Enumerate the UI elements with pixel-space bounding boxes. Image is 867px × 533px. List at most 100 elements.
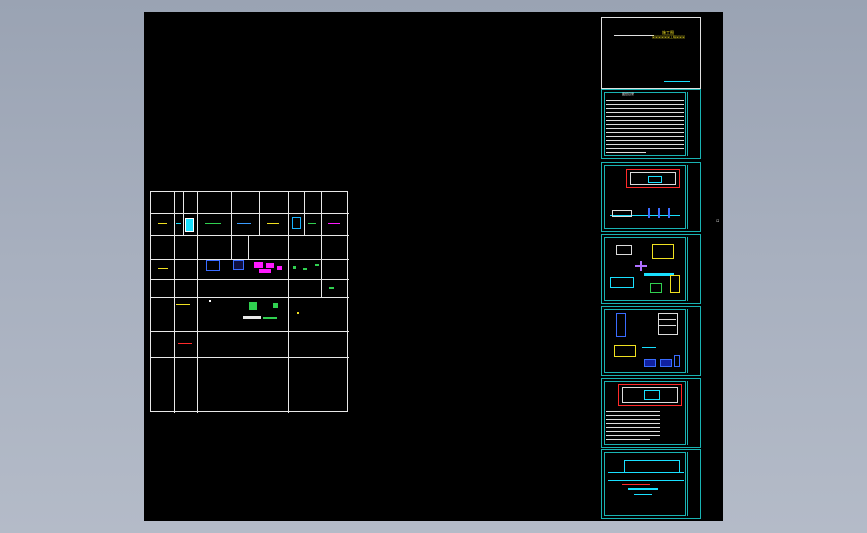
legend-symbol [303, 268, 307, 270]
detail [660, 359, 672, 367]
legend-symbol [293, 266, 296, 269]
legend-symbol [206, 260, 220, 271]
legend-symbol [254, 262, 263, 268]
section-line [608, 480, 684, 481]
pile [658, 208, 660, 218]
table-rule [183, 192, 184, 236]
detail [614, 345, 636, 357]
legend-symbol [243, 316, 261, 319]
table-rule [151, 279, 349, 280]
table-rule [288, 192, 289, 413]
plan-sheet[interactable] [601, 162, 701, 232]
title-block [687, 381, 698, 445]
section-line [608, 472, 684, 473]
pile [668, 208, 670, 218]
pile [648, 208, 650, 218]
note-line [606, 411, 660, 412]
index-row [606, 100, 684, 101]
detail [610, 277, 634, 288]
index-row [606, 104, 684, 105]
section-sheet[interactable] [601, 449, 701, 519]
detail [652, 244, 674, 259]
drawing-canvas[interactable]: 施工图 某某某某某某工程某某某 图纸目录 ▫ [144, 12, 723, 521]
index-row [606, 144, 684, 145]
detail [644, 359, 656, 367]
index-row [606, 112, 684, 113]
table-rule [174, 192, 175, 413]
legend-symbol [209, 300, 211, 302]
section-line [622, 484, 650, 485]
legend-symbol [158, 268, 168, 269]
note-line [606, 435, 660, 436]
title-block [687, 309, 698, 373]
detail [650, 283, 662, 293]
legend-symbol [292, 217, 301, 229]
detail [658, 313, 678, 335]
table-rule [248, 235, 249, 259]
table-rule [151, 357, 349, 358]
cover-mark [664, 81, 690, 82]
legend-symbol [249, 302, 257, 310]
note-line [606, 423, 660, 424]
title-block [687, 92, 698, 156]
table-rule [151, 235, 349, 236]
title-block [687, 237, 698, 301]
note-line [606, 439, 650, 440]
table-rule [151, 259, 349, 260]
detail [670, 275, 680, 293]
cover-title: 施工图 [662, 30, 674, 35]
legend-symbol [263, 317, 277, 319]
table-rule [197, 192, 198, 413]
note-line [606, 419, 660, 420]
title-rule [614, 35, 654, 36]
detail-sheet[interactable] [601, 306, 701, 376]
title-block [687, 452, 698, 516]
index-row [606, 108, 684, 109]
index-row [606, 128, 684, 129]
legend-symbol [233, 260, 244, 270]
plan-room [648, 176, 662, 183]
legend-symbol [297, 312, 299, 314]
legend-symbol [205, 223, 221, 224]
legend-symbol [158, 223, 167, 224]
legend-symbol [266, 263, 274, 268]
detail [616, 313, 626, 337]
cover-subtitle: 某某某某某某工程某某某 [652, 35, 686, 39]
index-sheet[interactable]: 图纸目录 [601, 89, 701, 159]
detail [616, 245, 632, 255]
index-row [606, 116, 684, 117]
legend-table [150, 191, 349, 413]
cover-sheet[interactable]: 施工图 某某某某某某工程某某某 [601, 17, 701, 89]
detail [674, 355, 680, 367]
legend-symbol [273, 303, 278, 308]
legend-symbol [176, 223, 181, 224]
legend-symbol [277, 266, 282, 270]
table-rule [259, 192, 260, 236]
index-row [606, 152, 646, 153]
note-line [606, 427, 660, 428]
legend-symbol [315, 264, 319, 266]
table-rule [151, 213, 349, 214]
note-line [606, 431, 660, 432]
legend-symbol [267, 223, 279, 224]
table-rule [321, 192, 322, 297]
notes-sheet[interactable] [601, 378, 701, 448]
legend-symbol [308, 223, 316, 224]
index-row [606, 148, 684, 149]
detail-sheet[interactable] [601, 234, 701, 304]
legend-symbol [185, 218, 194, 232]
table-rule [231, 192, 232, 259]
section-line [634, 494, 652, 495]
index-row [606, 136, 684, 137]
table-rule [304, 192, 305, 236]
legend-symbol [237, 223, 251, 224]
legend-symbol [259, 269, 271, 273]
legend-symbol [176, 304, 190, 305]
title-block [687, 165, 698, 229]
crosshair-icon: ▫ [716, 218, 720, 224]
detail [642, 347, 656, 348]
index-row [606, 120, 684, 121]
table-rule [151, 297, 349, 298]
detail [658, 319, 676, 320]
legend-symbol [329, 287, 334, 289]
